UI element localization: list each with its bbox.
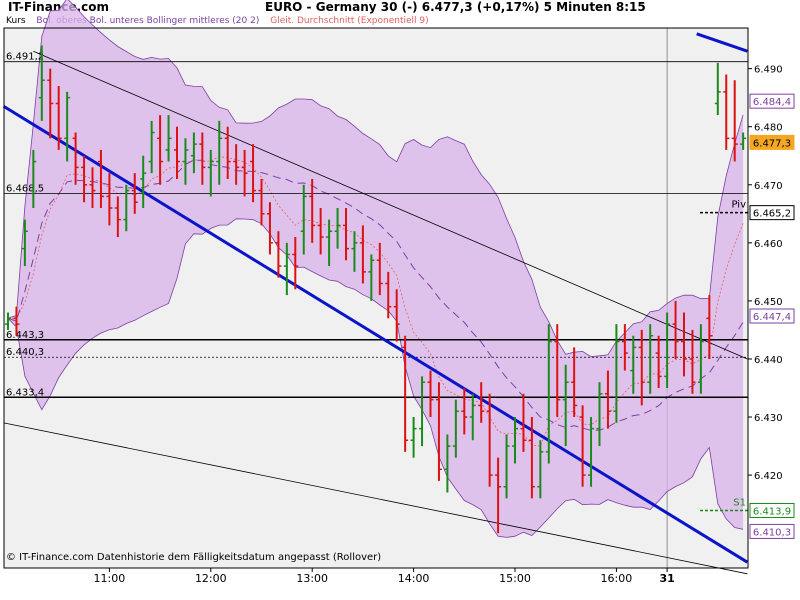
x-tick-label: 31 <box>659 572 674 585</box>
level-label: 6.443,3 <box>6 330 44 341</box>
value-box-label: 6.465,2 <box>753 209 791 220</box>
level-label: 6.433,4 <box>6 387 44 398</box>
footer-note: © IT-Finance.com Datenhistorie dem Fälli… <box>6 552 381 563</box>
price-chart: 6.491,26.468,56.443,36.440,36.433,4 11:0… <box>2 0 795 585</box>
value-box-label: 6.413,9 <box>753 507 791 518</box>
value-box-label: 6.477,3 <box>753 138 791 149</box>
value-box-label: 6.410,3 <box>753 527 791 538</box>
y-tick-label: 6.450 <box>754 297 783 308</box>
value-box-label: 6.484,4 <box>753 97 791 108</box>
y-tick-label: 6.480 <box>754 123 783 134</box>
value-box-label: 6.447,4 <box>753 312 791 323</box>
y-tick-label: 6.470 <box>754 181 783 192</box>
y-tick-label: 6.460 <box>754 239 783 250</box>
x-tick-label: 15:00 <box>499 572 531 585</box>
x-tick-label: 14:00 <box>398 572 430 585</box>
x-tick-label: 13:00 <box>296 572 328 585</box>
y-tick-label: 6.430 <box>754 413 783 424</box>
y-tick-label: 6.420 <box>754 471 783 482</box>
level-tag: S1 <box>733 498 746 509</box>
level-label: 6.468,5 <box>6 183 44 194</box>
y-tick-label: 6.440 <box>754 355 783 366</box>
x-tick-label: 11:00 <box>94 572 126 585</box>
chart-window: IT-Finance.com EURO - Germany 30 (-) 6.4… <box>0 0 800 600</box>
x-tick-label: 16:00 <box>601 572 633 585</box>
level-label: 6.440,3 <box>6 347 44 358</box>
level-tag: Piv <box>731 200 746 211</box>
x-tick-label: 12:00 <box>195 572 227 585</box>
y-tick-label: 6.490 <box>754 65 783 76</box>
